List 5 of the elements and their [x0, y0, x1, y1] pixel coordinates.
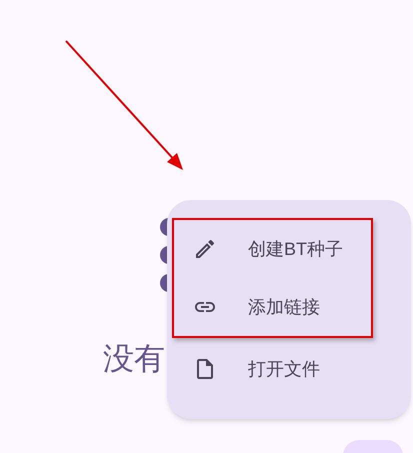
menu-item[interactable]: 打开文件 — [174, 340, 411, 398]
menu-item[interactable]: 创建BT种子 — [174, 220, 371, 278]
menu-item[interactable]: 添加链接 — [174, 278, 371, 336]
empty-message: 没有 — [103, 340, 165, 378]
pencil-icon — [193, 237, 217, 261]
